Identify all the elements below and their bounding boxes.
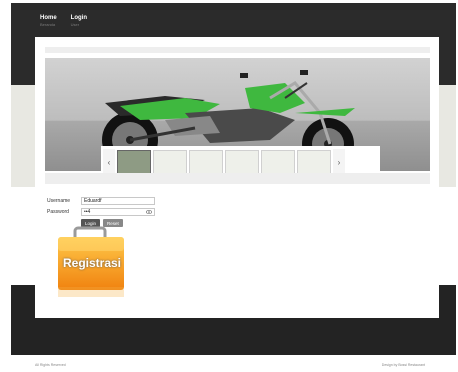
content-panel: ‹ › Username Eduardf Password ••4 Login … xyxy=(35,37,439,318)
password-value: ••4 xyxy=(84,209,91,215)
login-form: Username Eduardf Password ••4 Login Rese… xyxy=(47,196,155,227)
eye-icon[interactable] xyxy=(146,210,152,214)
username-label: Username xyxy=(47,198,71,204)
nav-home-label: Home xyxy=(40,15,57,21)
thumbnail-2[interactable] xyxy=(153,150,187,174)
bottom-divider xyxy=(45,173,430,184)
top-divider xyxy=(45,47,430,53)
carousel-prev-button[interactable]: ‹ xyxy=(103,149,115,175)
registration-label: Registrasi xyxy=(62,256,122,270)
thumbnail-4[interactable] xyxy=(225,150,259,174)
nav-home[interactable]: Home Beranda xyxy=(40,15,57,28)
nav-home-subtitle: Beranda xyxy=(40,22,56,27)
nav-login-subtitle: User xyxy=(70,22,80,27)
registration-button[interactable]: Registrasi xyxy=(48,225,136,300)
footer-credit: Design by Bossi Restaurant xyxy=(381,363,425,367)
chevron-right-icon: › xyxy=(337,157,341,167)
thumbnail-5[interactable] xyxy=(261,150,295,174)
carousel-next-button[interactable]: › xyxy=(333,149,345,175)
thumbnail-1[interactable] xyxy=(117,150,151,174)
top-nav: Home Beranda Login User xyxy=(40,15,87,28)
username-value: Eduardf xyxy=(84,198,102,204)
nav-login-label: Login xyxy=(70,15,87,21)
chevron-left-icon: ‹ xyxy=(107,157,111,167)
password-input[interactable]: ••4 xyxy=(81,208,155,216)
footer-copyright: All Rights Reserved xyxy=(35,363,66,367)
nav-login[interactable]: Login User xyxy=(71,15,87,28)
thumbnail-3[interactable] xyxy=(189,150,223,174)
username-input[interactable]: Eduardf xyxy=(81,197,155,205)
thumbnail-6[interactable] xyxy=(297,150,331,174)
password-label: Password xyxy=(47,209,69,215)
